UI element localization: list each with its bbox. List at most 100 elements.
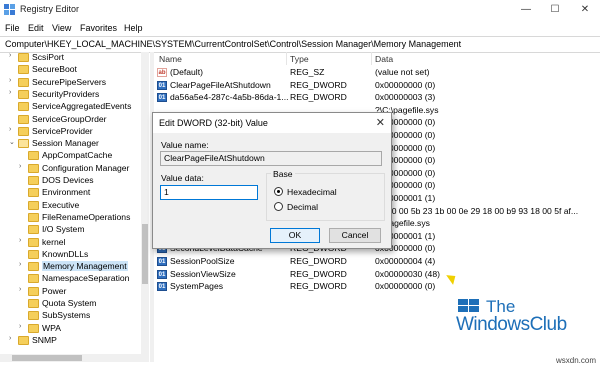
cancel-button[interactable]: Cancel	[329, 228, 381, 243]
windowsclub-logo-icon	[458, 299, 479, 312]
folder-icon	[18, 114, 29, 124]
binary-value-icon: 01	[157, 282, 167, 292]
menu-edit[interactable]: Edit	[28, 23, 44, 33]
value-data-label: Value data:	[161, 173, 204, 183]
folder-icon	[18, 335, 29, 345]
chevron-right-icon[interactable]: ›	[19, 237, 21, 244]
registry-editor-icon	[4, 4, 15, 15]
folder-icon	[28, 151, 39, 161]
folder-icon	[18, 89, 29, 99]
tree-item-label: KnownDLLs	[42, 248, 89, 259]
corner-watermark: wsxdn.com	[555, 356, 596, 365]
watermark-line2: WindowsClub	[456, 314, 567, 335]
tree-item-label: I/O System	[42, 224, 85, 235]
thewindowsclub-watermark: The WindowsClub	[456, 297, 586, 342]
tree-item-label: ServiceAggregatedEvents	[32, 101, 132, 112]
maximize-button[interactable]: ☐	[540, 0, 570, 20]
tree-item-label: SubSystems	[42, 310, 91, 321]
binary-value-icon: 01	[157, 80, 167, 90]
folder-icon	[28, 311, 39, 321]
folder-icon	[28, 299, 39, 308]
value-row[interactable]: 01 da56a5e4-287c-4a5b-86da-1... REG_DWORD 0…	[155, 92, 600, 104]
value-row[interactable]: ab (Default) REG_SZ (value not set)	[155, 67, 600, 79]
base-groupbox	[266, 173, 385, 221]
title-bar: Registry Editor — ☐ ✕	[0, 0, 600, 20]
tree-item-label: SecurePipeServers	[32, 76, 107, 87]
tree-vertical-scrollbar[interactable]	[141, 52, 149, 354]
decimal-label[interactable]: Decimal	[287, 202, 318, 212]
folder-icon	[28, 212, 39, 222]
value-row[interactable]: 01 ClearPageFileAtShutdown REG_DWORD 0x0000…	[155, 80, 600, 92]
value-row[interactable]: 01 SessionPoolSize REG_DWORD 0x00000004 (4)	[155, 256, 600, 268]
tree-item-label: FileRenameOperations	[42, 211, 131, 222]
tree-item-label: ScsiPort	[32, 52, 64, 62]
address-path[interactable]: Computer\HKEY_LOCAL_MACHINE\SYSTEM\Curre…	[5, 39, 461, 49]
value-name-label: Value name:	[161, 140, 209, 150]
tree-hscroll-thumb[interactable]	[12, 355, 82, 361]
hexadecimal-radio[interactable]	[274, 187, 283, 196]
value-row[interactable]: 01 SystemPages REG_DWORD 0x00000000 (0)	[155, 281, 600, 293]
menu-help[interactable]: Help	[124, 23, 143, 33]
menu-view[interactable]: View	[52, 23, 71, 33]
base-label: Base	[271, 169, 295, 179]
close-button[interactable]: ✕	[570, 0, 600, 20]
value-name: da56a5e4-287c-4a5b-86da-1...	[170, 92, 289, 103]
tree-item-label: Quota System	[42, 298, 97, 308]
folder-icon	[28, 262, 39, 272]
chevron-right-icon[interactable]: ›	[19, 163, 21, 170]
tree-scroll-thumb[interactable]	[142, 224, 148, 284]
column-divider[interactable]	[371, 52, 372, 65]
value-data: 01 00 00 5b 23 1b 00 0e 29 18 00 b9 93 1…	[375, 205, 579, 216]
decimal-radio[interactable]	[274, 202, 283, 211]
menu-file[interactable]: File	[5, 23, 20, 33]
folder-icon	[28, 188, 39, 198]
value-name: (Default)	[170, 67, 203, 77]
chevron-right-icon[interactable]: ›	[19, 323, 21, 330]
column-header-type[interactable]: Type	[290, 54, 309, 64]
value-row[interactable]: 01 SessionViewSize REG_DWORD 0x00000030 (48…	[155, 269, 600, 281]
folder-icon	[28, 225, 39, 235]
tree-item-label: DOS Devices	[42, 175, 94, 185]
chevron-down-icon[interactable]: ⌄	[9, 138, 15, 146]
tree-item-label: Memory Management	[42, 261, 128, 272]
tree-item-label: kernel	[42, 236, 66, 247]
folder-icon	[28, 249, 39, 259]
dialog-title-bar: Edit DWORD (32-bit) Value ✕	[153, 113, 391, 133]
chevron-right-icon[interactable]: ›	[9, 126, 11, 133]
address-bar[interactable]: Computer\HKEY_LOCAL_MACHINE\SYSTEM\Curre…	[0, 36, 600, 53]
chevron-right-icon[interactable]: ›	[19, 261, 21, 268]
dialog-close-icon[interactable]: ✕	[376, 116, 385, 129]
chevron-right-icon[interactable]: ›	[9, 89, 11, 96]
value-data-input[interactable]: 1	[160, 185, 258, 200]
value-data: 0x00000000 (0)	[375, 281, 436, 292]
folder-icon	[18, 126, 29, 136]
tree-item-label: SecureBoot	[32, 64, 77, 75]
tree-item-label: SecurityProviders	[32, 88, 100, 99]
chevron-right-icon[interactable]: ›	[9, 77, 11, 84]
hexadecimal-label[interactable]: Hexadecimal	[287, 187, 337, 197]
binary-value-icon: 01	[157, 93, 167, 103]
value-type: REG_DWORD	[290, 256, 347, 266]
key-tree[interactable]: › ScsiPort SecureBoot › SecurePipeServers › Se…	[0, 52, 148, 354]
chevron-right-icon[interactable]: ›	[9, 335, 11, 342]
minimize-button[interactable]: —	[511, 0, 541, 20]
tree-item-label: Power	[42, 285, 67, 296]
column-header-name[interactable]: Name	[159, 54, 182, 64]
chevron-right-icon[interactable]: ›	[19, 286, 21, 293]
folder-icon	[28, 163, 39, 173]
tree-item-label: ServiceGroupOrder	[32, 113, 107, 124]
chevron-right-icon[interactable]: ›	[9, 52, 11, 59]
value-type: REG_DWORD	[290, 268, 347, 279]
window-title: Registry Editor	[20, 4, 80, 14]
folder-icon	[18, 65, 29, 75]
menu-bar: File Edit View Favorites Help	[0, 20, 600, 36]
column-header-data[interactable]: Data	[375, 54, 393, 64]
tree-item-label: Environment	[42, 187, 91, 198]
ok-button[interactable]: OK	[270, 228, 320, 243]
folder-icon	[28, 176, 39, 185]
menu-favorites[interactable]: Favorites	[80, 23, 117, 33]
tree-horizontal-scrollbar[interactable]	[0, 354, 149, 362]
value-type: REG_SZ	[290, 67, 325, 77]
tree-item-label: Configuration Manager	[42, 162, 130, 173]
column-divider[interactable]	[286, 52, 287, 65]
